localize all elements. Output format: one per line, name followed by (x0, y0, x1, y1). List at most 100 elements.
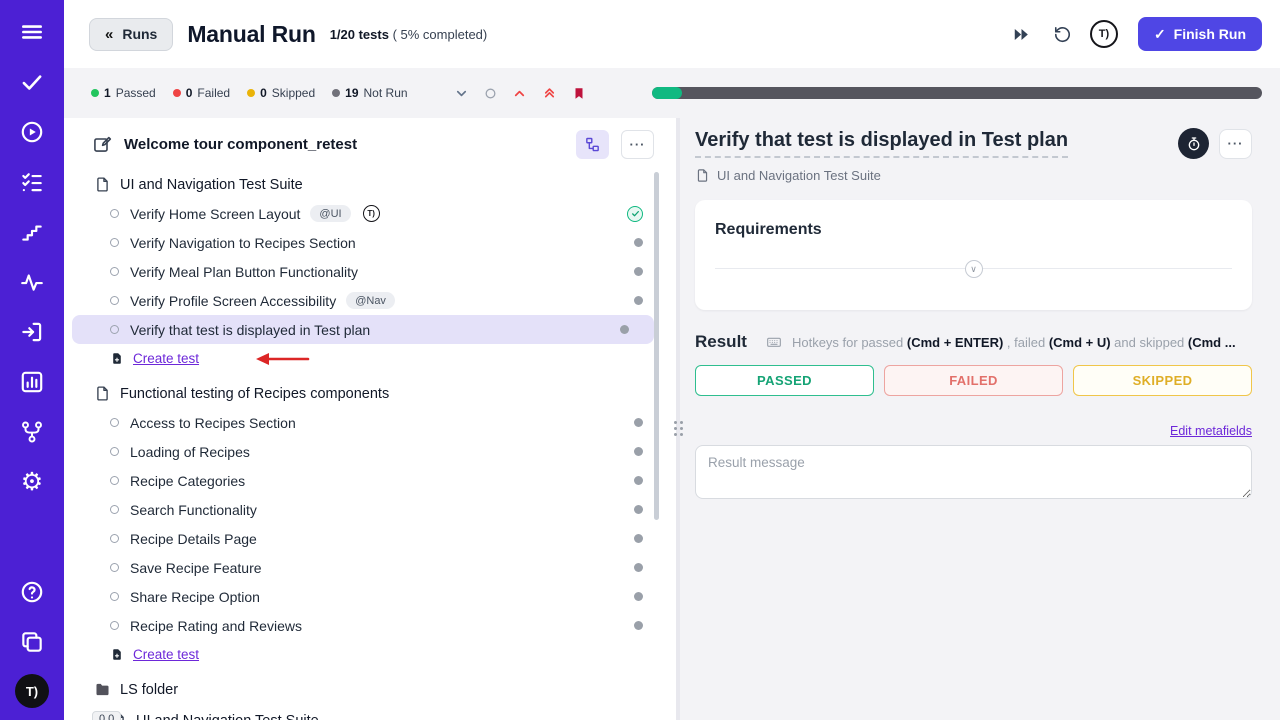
test-row[interactable]: Verify Home Screen Layout @UI T) (64, 199, 676, 228)
list-check-icon (19, 169, 45, 195)
test-title: Verify that test is displayed in Test pl… (130, 322, 370, 338)
copy-icon (19, 629, 45, 655)
test-circle-icon (110, 447, 119, 456)
test-row[interactable]: Loading of Recipes (64, 437, 676, 466)
test-circle-icon (110, 209, 119, 218)
result-message-input[interactable] (695, 445, 1252, 499)
notrun-count: 19 Not Run (332, 86, 407, 100)
sidebar-item-run-list[interactable] (14, 164, 50, 200)
notrun-status-icon (634, 505, 643, 514)
test-row[interactable]: Recipe Categories (64, 466, 676, 495)
test-row[interactable]: Share Recipe Option (64, 582, 676, 611)
sidebar-item-settings[interactable]: ⚙ (14, 464, 50, 500)
stairs-icon (19, 219, 45, 245)
gear-icon: ⚙ (21, 470, 43, 495)
test-circle-icon (110, 238, 119, 247)
failed-dot-icon (173, 89, 181, 97)
notrun-status-icon (634, 238, 643, 247)
test-circle-icon (110, 563, 119, 572)
skipped-button[interactable]: SKIPPED (1073, 365, 1252, 396)
test-row[interactable]: Recipe Details Page (64, 524, 676, 553)
sidebar-logo-button[interactable]: T) (14, 674, 50, 710)
test-row[interactable]: Verify Meal Plan Button Functionality (64, 257, 676, 286)
test-title: Verify Meal Plan Button Functionality (130, 264, 358, 280)
edit-metafields-link[interactable]: Edit metafields (1170, 424, 1252, 438)
timer-button[interactable] (1178, 128, 1209, 159)
test-row[interactable]: Save Recipe Feature (64, 553, 676, 582)
tests-fraction: 1/20 tests (330, 27, 389, 42)
app-root: ⚙ T) « Runs Manual Run 1/20 tests ( 5% c… (0, 0, 1280, 720)
create-test-row: Create test (64, 344, 676, 373)
severity-normal-button[interactable] (484, 87, 497, 100)
finish-run-label: Finish Run (1174, 26, 1246, 42)
failed-count: 0 Failed (173, 86, 230, 100)
sidebar-item-branches[interactable] (14, 414, 50, 450)
suite-row[interactable]: Functional testing of Recipes components (64, 379, 676, 408)
detail-header: Verify that test is displayed in Test pl… (695, 128, 1252, 159)
suite-row[interactable]: UI and Navigation Test Suite (64, 706, 676, 720)
notrun-status-icon (620, 325, 629, 334)
suite-row[interactable]: UI and Navigation Test Suite (64, 170, 676, 199)
test-row[interactable]: Verify Navigation to Recipes Section (64, 228, 676, 257)
test-circle-icon (110, 267, 119, 276)
test-circle-icon (110, 505, 119, 514)
metafields-row: Edit metafields (695, 422, 1252, 440)
run-edit-icon (92, 134, 112, 154)
test-row[interactable]: Recipe Rating and Reviews (64, 611, 676, 640)
sidebar-item-import[interactable] (14, 314, 50, 350)
test-row[interactable]: Search Functionality (64, 495, 676, 524)
file-icon (94, 176, 111, 193)
test-row-selected[interactable]: Verify that test is displayed in Test pl… (72, 315, 654, 344)
tree-view-button[interactable] (576, 130, 609, 159)
retry-icon (1053, 25, 1072, 44)
severity-blocker-button[interactable] (572, 86, 586, 101)
sidebar-item-analytics[interactable] (14, 264, 50, 300)
menu-button[interactable] (14, 14, 50, 50)
folder-row[interactable]: LS folder (64, 675, 676, 704)
main-column: « Runs Manual Run 1/20 tests ( 5% comple… (64, 0, 1280, 720)
hamburger-icon (19, 19, 45, 45)
keyboard-icon (765, 334, 783, 350)
skipped-dot-icon (247, 89, 255, 97)
back-to-runs-button[interactable]: « Runs (89, 18, 173, 51)
sidebar-item-reports[interactable] (14, 364, 50, 400)
activity-icon (19, 269, 45, 295)
sidebar-item-help[interactable] (14, 574, 50, 610)
test-row[interactable]: Access to Recipes Section (64, 408, 676, 437)
passed-dot-icon (91, 89, 99, 97)
sidebar-item-steps[interactable] (14, 214, 50, 250)
expand-dropdown-button[interactable] (454, 86, 469, 101)
create-test-link[interactable]: Create test (133, 647, 199, 662)
test-title: Verify Home Screen Layout (130, 206, 300, 222)
stopwatch-icon (1186, 136, 1202, 152)
finish-run-button[interactable]: ✓ Finish Run (1138, 17, 1262, 51)
result-title: Result (695, 332, 747, 352)
severity-critical-button[interactable] (542, 86, 557, 101)
test-row[interactable]: Verify Profile Screen Accessibility @Nav (64, 286, 676, 315)
test-circle-icon (110, 296, 119, 305)
panel-resize-handle[interactable] (676, 118, 680, 720)
retry-button[interactable] (1049, 21, 1076, 48)
play-circle-icon (19, 119, 45, 145)
test-title: Recipe Details Page (130, 531, 257, 547)
tree-more-button[interactable]: ··· (621, 130, 654, 159)
sidebar-item-projects[interactable] (14, 624, 50, 660)
passed-button[interactable]: PASSED (695, 365, 874, 396)
tree-scrollbar[interactable] (654, 172, 659, 520)
test-title: Share Recipe Option (130, 589, 260, 605)
file-icon (695, 168, 710, 183)
sidebar-item-tests[interactable] (14, 64, 50, 100)
sidebar-item-runs[interactable] (14, 114, 50, 150)
fast-forward-button[interactable] (1008, 21, 1035, 48)
breadcrumb: UI and Navigation Test Suite (695, 168, 1252, 183)
create-test-link[interactable]: Create test (133, 351, 199, 366)
completed-percent-text: ( 5% completed) (393, 27, 488, 42)
detail-more-button[interactable]: ··· (1219, 129, 1252, 159)
test-title: Loading of Recipes (130, 444, 250, 460)
severity-major-button[interactable] (512, 86, 527, 101)
double-chevron-up-icon (542, 86, 557, 101)
testomat-badge-icon[interactable]: T) (1090, 20, 1118, 48)
expand-requirements-button[interactable]: ∨ (965, 260, 983, 278)
failed-button[interactable]: FAILED (884, 365, 1063, 396)
run-title: Welcome tour component_retest (124, 136, 564, 153)
